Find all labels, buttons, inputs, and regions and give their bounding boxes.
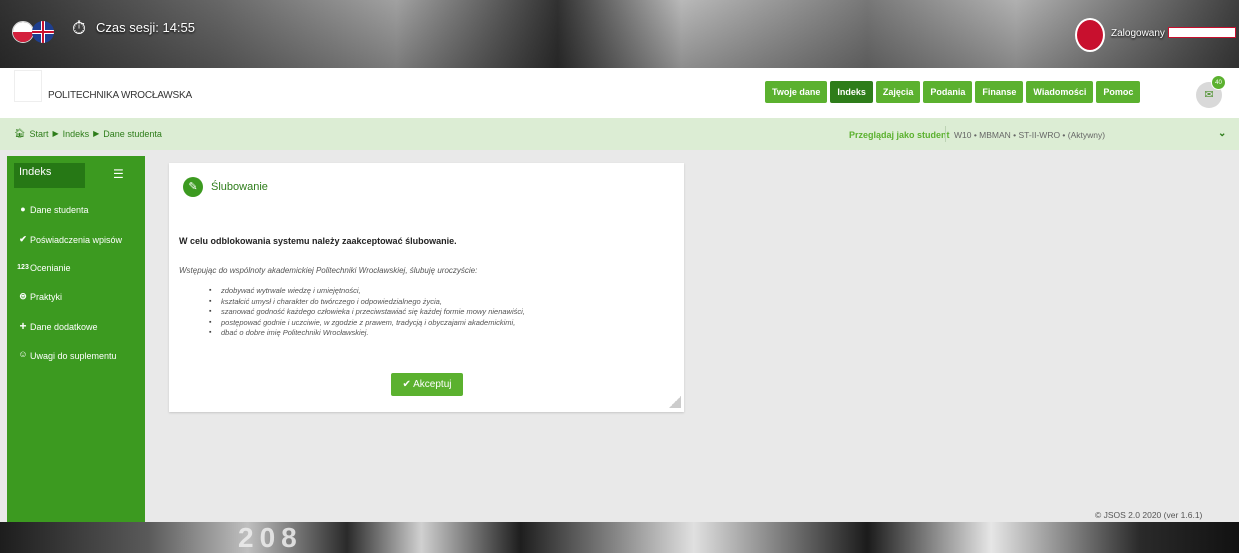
unlock-instruction: W celu odblokowania systemu należy zaakc… [179, 236, 457, 246]
breadcrumb: 🏠︎ Start ▶ Indeks ▶ Dane studenta [14, 128, 162, 139]
card-title: Ślubowanie [211, 181, 268, 193]
list-item: postępować godnie i uczciwie, w zgodzie … [209, 318, 525, 329]
resize-handle[interactable] [669, 396, 681, 408]
divider [945, 126, 946, 142]
sidebar-title: Indeks [19, 166, 52, 178]
stopwatch-icon: ⏱ [72, 18, 87, 38]
student-program-select[interactable]: W10 • MBMAN • ST-II-WRO • (Aktywny) [954, 130, 1105, 140]
logged-user-name[interactable] [1168, 27, 1236, 38]
oath-list: zdobywać wytrwale wiedzę i umiejętności,… [209, 286, 525, 339]
list-item: szanować godność każdego człowieka i prz… [209, 307, 525, 318]
english-flag-icon[interactable] [32, 21, 54, 43]
hamburger-menu-icon[interactable]: ☰ [113, 168, 124, 180]
breadcrumb-arrow-icon: ▶ [93, 129, 100, 138]
browse-as-student-label: Przeglądaj jako student [849, 130, 950, 140]
sidebar-item-uwagi[interactable]: Uwagi do suplementu [30, 351, 117, 361]
nav-finanse[interactable]: Finanse [975, 81, 1024, 103]
check-icon: ✔ [19, 234, 27, 244]
nav-pomoc[interactable]: Pomoc [1096, 81, 1141, 103]
sidebar-item-poswiadczenia[interactable]: Poświadczenia wpisów [30, 235, 122, 245]
university-logo[interactable] [14, 70, 42, 102]
banner-car-number: 208 [238, 522, 303, 553]
plus-icon: + [19, 319, 27, 333]
sidebar-item-dane-dodatkowe[interactable]: Dane dodatkowe [30, 322, 98, 332]
accept-label: Akceptuj [413, 379, 452, 390]
chevron-down-icon[interactable]: ⌄ [1218, 128, 1226, 139]
sidebar-item-dane-studenta[interactable]: Dane studenta [30, 205, 89, 215]
university-name[interactable]: POLITECHNIKA WROCŁAWSKA [48, 90, 192, 101]
person-icon: ● [20, 204, 26, 214]
list-item: zdobywać wytrwale wiedzę i umiejętności, [209, 286, 525, 297]
nav-indeks[interactable]: Indeks [830, 81, 873, 103]
home-icon[interactable]: 🏠︎ [14, 128, 25, 139]
breadcrumb-current: Dane studenta [103, 128, 162, 139]
check-icon: ✔ [402, 379, 414, 390]
nav-zajecia[interactable]: Zajęcia [875, 81, 921, 103]
messages-badge: 40 [1211, 75, 1226, 90]
numbers-icon: 123 [17, 264, 29, 271]
version-footer: © JSOS 2.0 2020 (ver 1.6.1) [1095, 510, 1203, 520]
nav-wiadomosci[interactable]: Wiadomości [1026, 81, 1094, 103]
main-nav: Twoje dane Indeks Zajęcia Podania Finans… [765, 81, 1141, 103]
breadcrumb-start[interactable]: Start [29, 129, 48, 139]
session-timer: Czas sesji: 14:55 [96, 20, 195, 35]
sidebar-item-praktyki[interactable]: Praktyki [30, 292, 62, 302]
avatar[interactable] [1075, 18, 1105, 52]
list-item: kształcić umysł i charakter do twórczego… [209, 297, 525, 308]
briefcase-icon: ⊜ [19, 291, 27, 301]
bottom-banner [0, 522, 1239, 553]
accept-button[interactable]: ✔ Akceptuj [391, 373, 463, 396]
breadcrumb-arrow-icon: ▶ [52, 129, 59, 138]
comment-icon: ☺ [18, 349, 28, 359]
nav-podania[interactable]: Podania [923, 81, 973, 103]
breadcrumb-indeks[interactable]: Indeks [63, 129, 90, 139]
sidebar-item-ocenianie[interactable]: Ocenianie [30, 263, 71, 273]
logged-in-label: Zalogowany [1111, 28, 1165, 39]
oath-intro: Wstępując do wspólnoty akademickiej Poli… [179, 266, 478, 275]
nav-twoje-dane[interactable]: Twoje dane [765, 81, 828, 103]
polish-flag-icon[interactable] [12, 21, 34, 43]
pencil-icon: ✎ [183, 177, 203, 197]
list-item: dbać o dobre imię Politechniki Wrocławsk… [209, 328, 525, 339]
